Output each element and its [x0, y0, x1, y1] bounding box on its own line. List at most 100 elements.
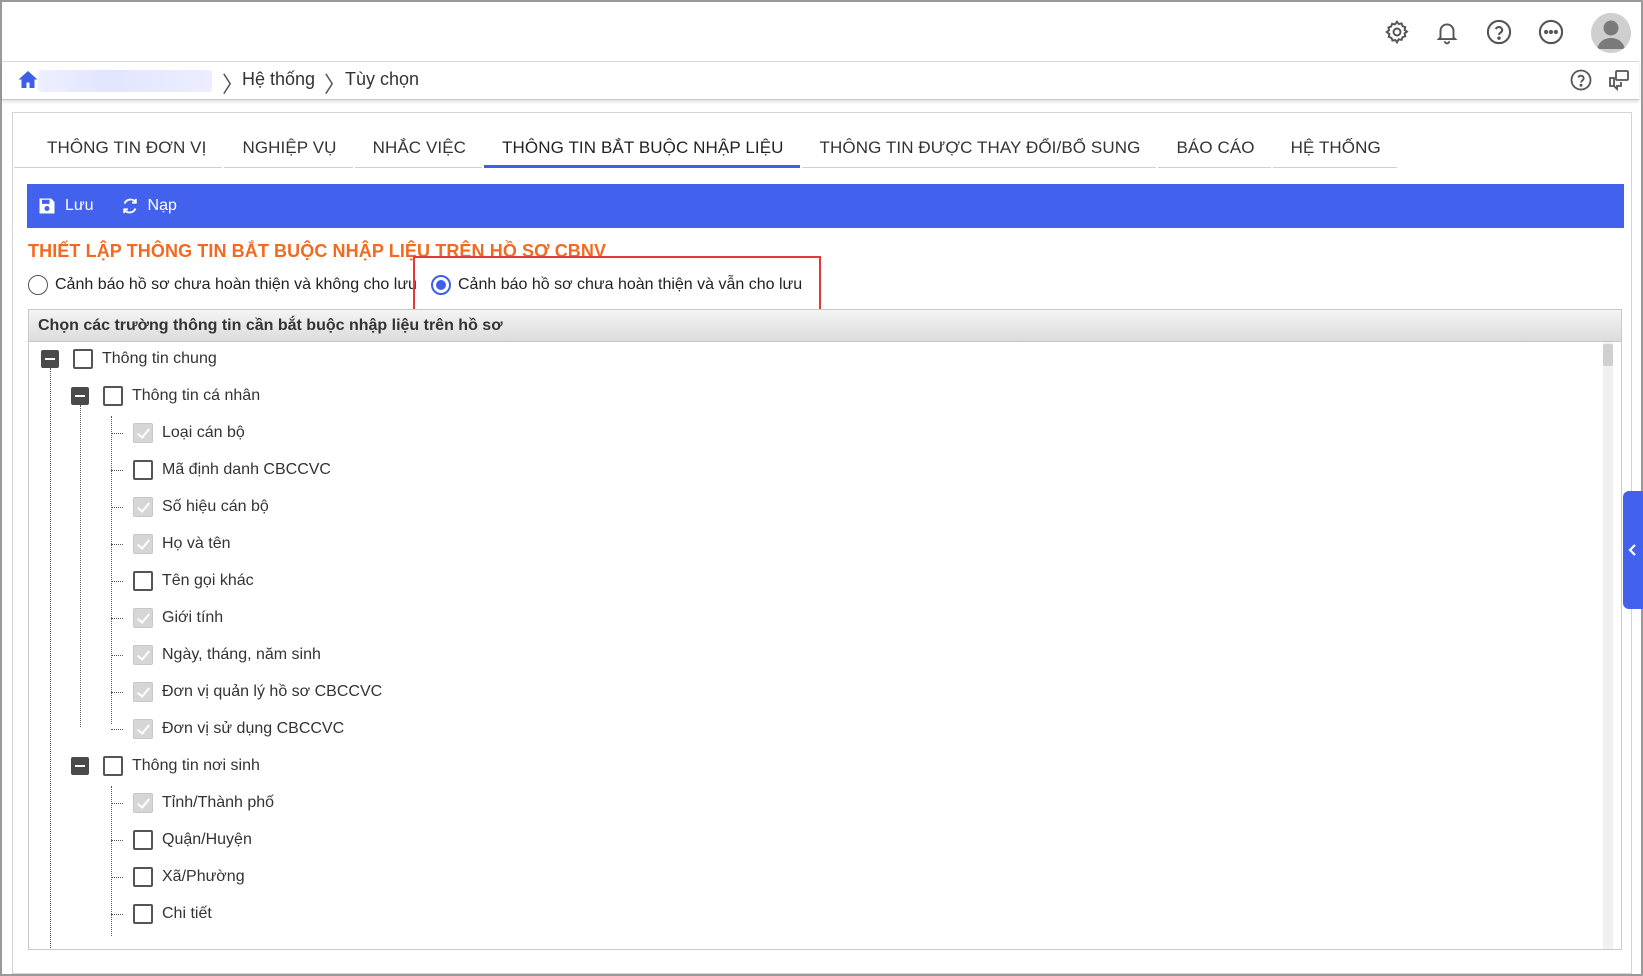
tree-node-label: Quận/Huyện	[162, 831, 252, 848]
tree-connector	[111, 877, 123, 878]
tree-node[interactable]: Ngày, tháng, năm sinh	[133, 640, 321, 670]
save-button[interactable]: Lưu	[37, 196, 94, 216]
tree-node[interactable]: Thông tin chung	[73, 344, 217, 374]
refresh-icon	[122, 198, 137, 214]
tree-node-label: Họ và tên	[162, 535, 231, 552]
tab-changed-info[interactable]: THÔNG TIN ĐƯỢC THAY ĐỔI/BỔ SUNG	[801, 128, 1159, 168]
checkbox[interactable]	[133, 867, 153, 887]
radio-button-selected[interactable]	[431, 275, 451, 295]
radio-button[interactable]	[28, 275, 48, 295]
tree-node[interactable]: Họ và tên	[133, 529, 230, 559]
checkbox-checked[interactable]	[133, 682, 153, 702]
tree-node-label: Số hiệu cán bộ	[162, 498, 269, 515]
tree-connector	[111, 470, 123, 471]
field-tree: Chọn các trường thông tin cần bắt buộc n…	[28, 309, 1622, 950]
radio-label: Cảnh báo hồ sơ chưa hoàn thiện và vẫn ch…	[458, 276, 803, 293]
top-bar	[2, 2, 1639, 62]
checkbox[interactable]	[133, 571, 153, 591]
help-icon[interactable]	[1481, 14, 1517, 50]
reload-button[interactable]: Nạp	[120, 196, 177, 216]
tree-connector	[111, 507, 123, 508]
scrollbar-thumb[interactable]	[1603, 344, 1613, 366]
tree-node[interactable]: Đơn vị quản lý hồ sơ CBCCVC	[133, 677, 382, 707]
tree-node-label: Thông tin chung	[102, 350, 217, 367]
collapse-panel-button[interactable]	[1623, 491, 1643, 609]
tree-node[interactable]: Mã định danh CBCCVC	[133, 455, 331, 485]
tree-connector	[111, 914, 123, 915]
checkbox[interactable]	[73, 349, 93, 369]
section-title: THIẾT LẬP THÔNG TIN BẮT BUỘC NHẬP LIỆU T…	[28, 241, 607, 261]
breadcrumb: 〉 Hệ thống 〉 Tùy chọn	[2, 62, 1639, 100]
tree-node-label: Mã định danh CBCCVC	[162, 461, 331, 478]
tree-node[interactable]: Quận/Huyện	[133, 825, 252, 855]
collapse-toggle-icon[interactable]	[71, 757, 89, 775]
tree-connector	[111, 544, 123, 545]
save-icon	[39, 198, 55, 214]
breadcrumb-system[interactable]: Hệ thống	[242, 69, 315, 90]
tree-node-label: Chi tiết	[162, 905, 212, 922]
tree-connector	[111, 729, 123, 730]
checkbox-checked[interactable]	[133, 608, 153, 628]
collapse-toggle-icon[interactable]	[71, 387, 89, 405]
tree-header: Chọn các trường thông tin cần bắt buộc n…	[29, 310, 1621, 342]
more-icon[interactable]	[1533, 14, 1569, 50]
tree-node-label: Xã/Phường	[162, 868, 245, 885]
tab-operations[interactable]: NGHIỆP VỤ	[224, 128, 354, 168]
checkbox-checked[interactable]	[133, 534, 153, 554]
tree-node[interactable]: Thông tin nơi sinh	[103, 751, 260, 781]
breadcrumb-separator-icon: 〉	[324, 73, 347, 98]
tree-node[interactable]: Loại cán bộ	[133, 418, 245, 448]
tree-node-label: Đơn vị quản lý hồ sơ CBCCVC	[162, 683, 383, 700]
chevron-left-icon	[1628, 544, 1636, 556]
gear-icon[interactable]	[1379, 14, 1415, 50]
tree-connector	[111, 840, 123, 841]
tree-connector	[80, 405, 81, 727]
tree-node-label: Loại cán bộ	[162, 424, 245, 441]
checkbox[interactable]	[133, 830, 153, 850]
tree-node[interactable]: Số hiệu cán bộ	[133, 492, 269, 522]
tree-node[interactable]: Tên gọi khác	[133, 566, 254, 596]
breadcrumb-options: Tùy chọn	[345, 69, 420, 89]
tree-node-label: Ngày, tháng, năm sinh	[162, 646, 321, 663]
bell-icon[interactable]	[1429, 14, 1465, 50]
checkbox[interactable]	[133, 460, 153, 480]
tree-node[interactable]: Tỉnh/Thành phố	[133, 788, 274, 818]
tree-body: Thông tin chung Thông tin cá nhân Loại cán…	[29, 342, 1621, 949]
tab-reminders[interactable]: NHẮC VIỆC	[354, 128, 484, 168]
checkbox[interactable]	[103, 756, 123, 776]
user-avatar[interactable]	[1591, 13, 1631, 53]
tree-node-label: Tên gọi khác	[162, 572, 254, 589]
breadcrumb-redacted	[38, 70, 212, 92]
collapse-toggle-icon[interactable]	[41, 350, 59, 368]
tree-connector	[111, 692, 123, 693]
tree-connector	[111, 803, 123, 804]
tab-unit-info[interactable]: THÔNG TIN ĐƠN VỊ	[14, 128, 224, 168]
tree-node[interactable]: Giới tính	[133, 603, 223, 633]
tree-node[interactable]: Thông tin cá nhân	[103, 381, 260, 411]
feedback-icon[interactable]	[1606, 67, 1632, 93]
checkbox[interactable]	[103, 386, 123, 406]
home-icon[interactable]	[16, 68, 40, 92]
radio-allow-save[interactable]: Cảnh báo hồ sơ chưa hoàn thiện và vẫn ch…	[431, 275, 802, 295]
scrollbar[interactable]	[1603, 342, 1613, 949]
help-icon[interactable]	[1568, 67, 1594, 93]
checkbox-checked[interactable]	[133, 423, 153, 443]
checkbox-checked[interactable]	[133, 497, 153, 517]
checkbox[interactable]	[133, 904, 153, 924]
tree-node-label: Giới tính	[162, 609, 224, 626]
tab-reports[interactable]: BÁO CÁO	[1158, 128, 1272, 168]
checkbox-checked[interactable]	[133, 793, 153, 813]
tree-node[interactable]: Xã/Phường	[133, 862, 245, 892]
tab-system[interactable]: HỆ THỐNG	[1272, 128, 1399, 168]
tab-required-fields[interactable]: THÔNG TIN BẮT BUỘC NHẬP LIỆU	[484, 128, 801, 168]
checkbox-checked[interactable]	[133, 719, 153, 739]
tree-node[interactable]: Chi tiết	[133, 899, 212, 929]
tree-connector	[111, 618, 123, 619]
tab-bar: THÔNG TIN ĐƠN VỊ NGHIỆP VỤ NHẮC VIỆC THÔ…	[14, 128, 1399, 168]
checkbox-checked[interactable]	[133, 645, 153, 665]
tree-connector	[111, 433, 123, 434]
tree-node[interactable]: Đơn vị sử dụng CBCCVC	[133, 714, 344, 744]
radio-block-save[interactable]: Cảnh báo hồ sơ chưa hoàn thiện và không …	[28, 275, 417, 295]
tree-connector	[50, 368, 51, 949]
tree-node-label: Thông tin nơi sinh	[132, 757, 260, 774]
